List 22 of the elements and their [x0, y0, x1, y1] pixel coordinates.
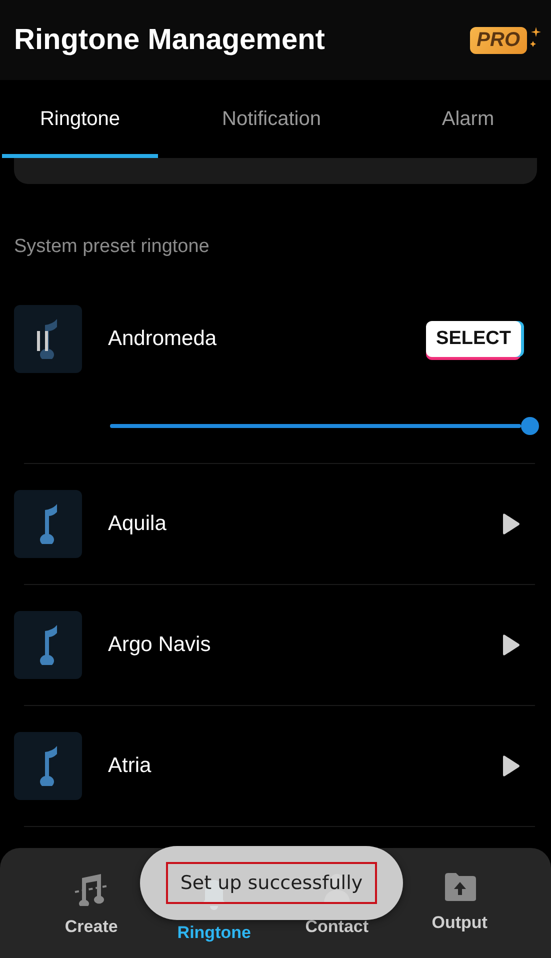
- pro-badge[interactable]: PRO: [470, 26, 527, 54]
- nav-item[interactable]: Output: [398, 848, 521, 958]
- sparkle-icon: [529, 26, 541, 48]
- section-label: System preset ringtone: [14, 235, 210, 259]
- ringtone-thumbnail[interactable]: [14, 732, 82, 800]
- ringtone-thumbnail[interactable]: [14, 490, 82, 558]
- select-button[interactable]: SELECT: [426, 321, 521, 357]
- ringtone-name: Aquila: [108, 512, 168, 536]
- progress-slider[interactable]: [110, 417, 539, 435]
- screen-title: Ringtone Management: [14, 24, 325, 56]
- folder-upload-icon: [442, 872, 477, 902]
- tab[interactable]: Notification: [158, 84, 385, 158]
- tab[interactable]: Alarm: [385, 84, 551, 158]
- nav-item[interactable]: Create: [30, 848, 153, 958]
- ringtone-thumbnail[interactable]: [14, 611, 82, 679]
- ringtone-name: Argo Navis: [108, 633, 212, 657]
- ringtone-thumbnail[interactable]: [14, 305, 82, 373]
- ringtone-name: Atria: [108, 754, 152, 778]
- slider-thumb[interactable]: [521, 417, 539, 435]
- music-notes-icon: [73, 872, 110, 906]
- toast-message: Set up successfully: [166, 862, 377, 904]
- ringtone-name: Andromeda: [108, 327, 218, 351]
